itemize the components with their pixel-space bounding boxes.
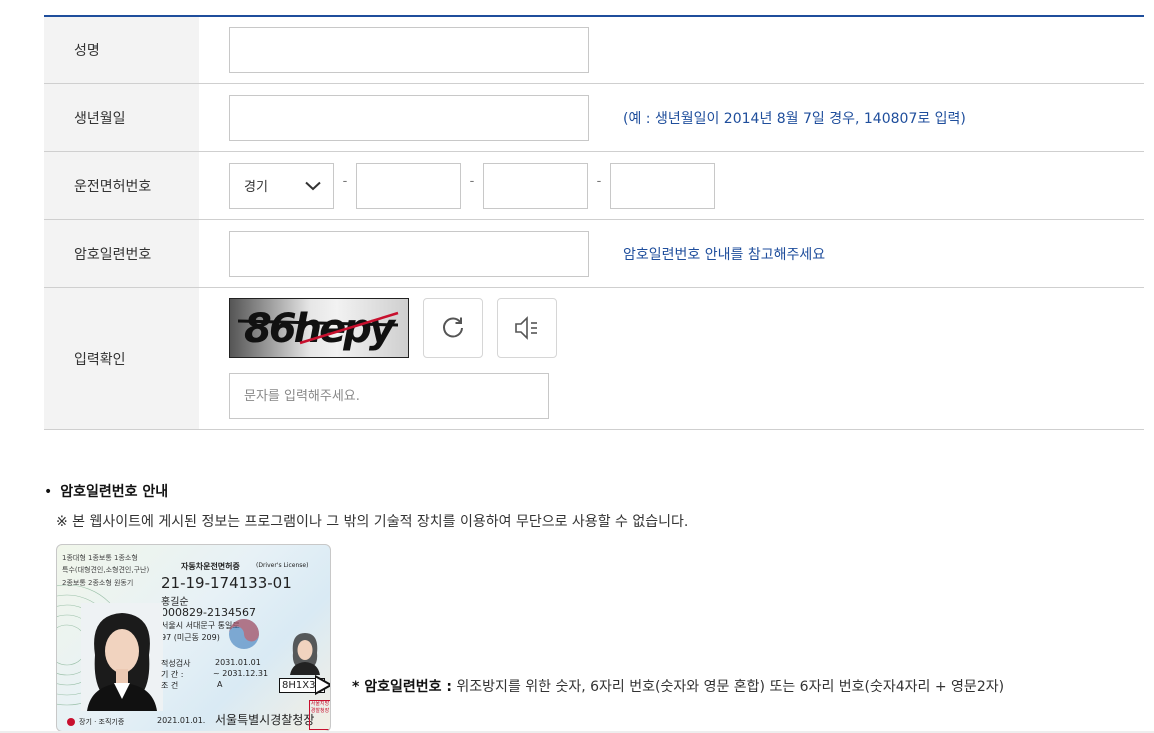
region-select[interactable]: 경기 [229, 162, 334, 209]
row-birth: 생년월일 (예 : 생년월일이 2014년 8월 7일 경우, 140807로 … [44, 84, 1144, 152]
name-label: 성명 [44, 17, 199, 83]
guide-title: 암호일련번호 안내 [60, 484, 169, 500]
refresh-captcha-button[interactable] [423, 298, 483, 358]
separator: - [342, 174, 348, 189]
license-test-label: 적성검사 [161, 659, 191, 668]
license-label: 운전면허번호 [44, 152, 199, 219]
license-part3-input[interactable] [483, 162, 588, 209]
license-cond-value: A [217, 680, 223, 689]
license-class-line1: 1종대형 1종보통 1종소형 [62, 554, 138, 562]
callout-text: 위조방지를 위한 숫자, 6자리 번호(숫자와 영문 혼합) 또는 6자리 번호… [451, 679, 1005, 695]
birth-hint: (예 : 생년월일이 2014년 8월 7일 경우, 140807로 입력) [623, 110, 966, 127]
captcha-image-text: 86hepy [237, 306, 400, 352]
speaker-icon [515, 316, 537, 340]
separator: - [596, 174, 602, 189]
row-name: 성명 [44, 17, 1144, 84]
license-issue-date: 2021.01.01. [157, 716, 206, 725]
license-class-line3: 2종보통 2종소형 원동기 [62, 579, 134, 587]
license-cond-label: 조 건 [161, 681, 179, 690]
captcha-image: 86hepy [229, 298, 409, 358]
bullet: • [44, 484, 53, 500]
license-part4-input[interactable] [610, 162, 715, 209]
identity-form: 성명 생년월일 (예 : 생년월일이 2014년 8월 7일 경우, 14080… [44, 15, 1144, 430]
license-issuer: 서울특별시경찰청장 [215, 713, 315, 727]
name-input[interactable] [229, 27, 589, 73]
license-period-date: ~ 2031.12.31 [213, 669, 269, 678]
callout-prefix: * [352, 679, 365, 695]
captcha-input[interactable] [229, 373, 549, 419]
svg-text:86hepy: 86hepy [244, 306, 397, 352]
taegeuk-emblem [229, 619, 259, 649]
license-sample-image: 1종대형 1종보통 1종소형 특수(대형견인,소형견인,구난) 2종보통 2종소… [56, 544, 331, 732]
row-serial: 암호일련번호 암호일련번호 안내를 참고해주세요 [44, 220, 1144, 288]
license-part2-input[interactable] [356, 162, 461, 209]
row-license: 운전면허번호 경기 - - - [44, 152, 1144, 220]
serial-callout: * 암호일련번호 : 위조방지를 위한 숫자, 6자리 번호(숫자와 영문 혼합… [352, 676, 1004, 696]
captcha-label: 입력확인 [44, 288, 199, 429]
license-test-date: 2031.01.01 [215, 658, 261, 667]
region-select-value: 경기 [244, 180, 268, 195]
photo-hologram [290, 633, 320, 675]
birth-input[interactable] [229, 94, 589, 141]
serial-hint: 암호일련번호 안내를 참고해주세요 [623, 246, 826, 263]
serial-label: 암호일련번호 [44, 220, 199, 287]
serial-input[interactable] [229, 230, 589, 277]
license-class-line2: 특수(대형견인,소형견인,구난) [62, 566, 150, 574]
official-seal: 서울지방경찰청장 [309, 700, 330, 730]
row-captcha: 입력확인 86hepy [44, 288, 1144, 430]
organ-donor-icon [67, 718, 75, 726]
guide-note: ※ 본 웹사이트에 게시된 정보는 프로그램이나 그 밖의 기술적 장치를 이용… [56, 514, 689, 530]
license-footer-left: 장기 · 조직기증 [79, 718, 125, 726]
serial-guide: • 암호일련번호 안내 ※ 본 웹사이트에 게시된 정보는 프로그램이나 그 밖의… [44, 481, 1144, 531]
chevron-down-icon [305, 181, 321, 190]
audio-captcha-button[interactable] [497, 298, 557, 358]
separator: - [469, 174, 475, 189]
refresh-icon [443, 317, 463, 338]
license-title: 자동차운전면허증 [181, 562, 240, 571]
birth-label: 생년월일 [44, 84, 199, 151]
license-period-label: 기 간 : [161, 670, 184, 679]
license-address2: 97 (미근동 209) [161, 633, 220, 642]
arrow-head-icon [315, 674, 330, 696]
callout-label: 암호일련번호 : [364, 679, 452, 695]
license-number: 21-19-174133-01 [161, 574, 292, 592]
license-title-en: (Driver's License) [256, 562, 309, 569]
photo-portrait [81, 603, 163, 711]
